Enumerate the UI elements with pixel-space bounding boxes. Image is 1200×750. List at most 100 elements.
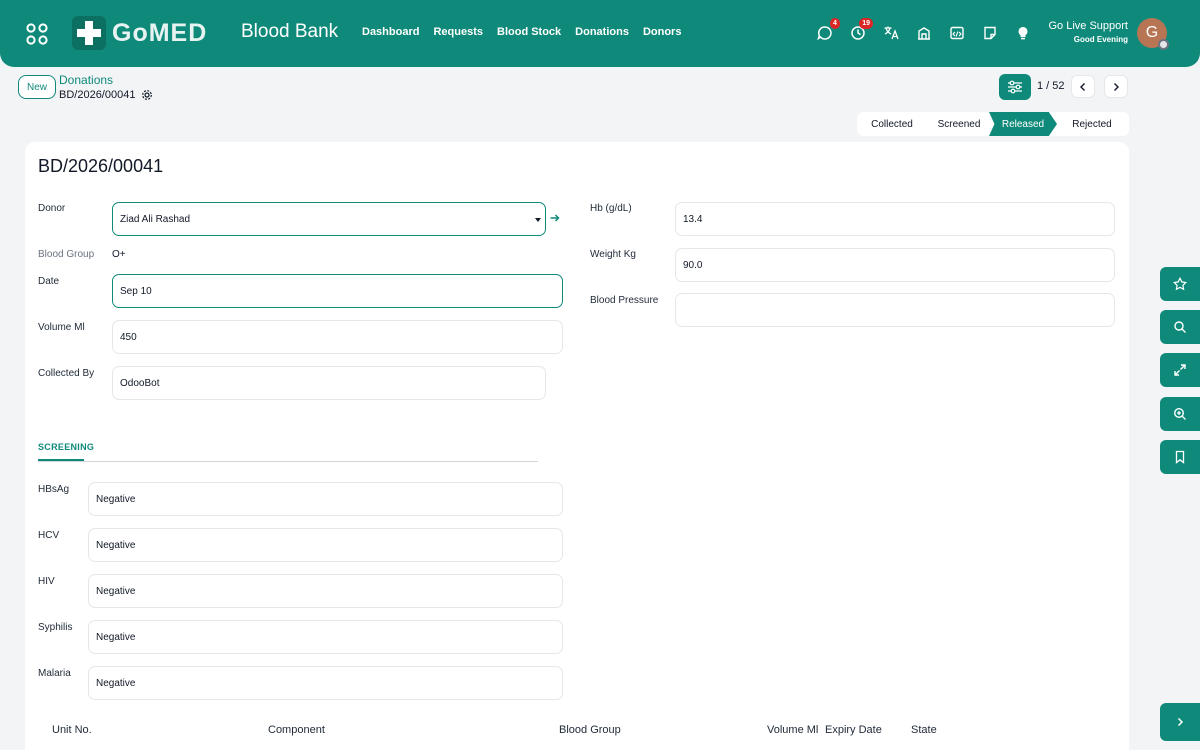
date-field[interactable]: Sep 10 (112, 274, 563, 308)
logo-text: GoMED (112, 18, 208, 47)
record-title: BD/2026/00041 (38, 156, 164, 176)
stage-rejected[interactable]: Rejected (1057, 112, 1127, 136)
volume-field[interactable]: 450 (112, 320, 563, 354)
column-volume-ml[interactable]: Volume Ml (767, 724, 818, 736)
expand-button[interactable] (1160, 353, 1200, 387)
pager-value[interactable]: 1 / 52 (1037, 80, 1065, 92)
favorite-star-button[interactable] (1160, 267, 1200, 301)
gomed-logo[interactable]: GoMED (72, 16, 207, 50)
presence-status-icon (1158, 39, 1169, 50)
hbsag-field[interactable]: Negative (88, 482, 563, 516)
app-title: Blood Bank (241, 21, 339, 42)
breadcrumb-current-label: BD/2026/00041 (59, 89, 136, 101)
hiv-label: HIV (38, 576, 55, 587)
zoom-in-button[interactable] (1160, 397, 1200, 431)
search-button[interactable] (1160, 310, 1200, 344)
collected-by-field[interactable]: OdooBot (112, 366, 546, 400)
date-value: Sep 10 (120, 285, 152, 297)
lightbulb-icon[interactable] (1014, 24, 1032, 42)
top-navbar: GoMED Blood Bank Dashboard Requests Bloo… (0, 0, 1200, 67)
column-unit-no[interactable]: Unit No. (52, 724, 92, 736)
hb-value: 13.4 (683, 213, 703, 225)
apps-menu-icon[interactable] (26, 23, 48, 45)
hbsag-value: Negative (96, 493, 136, 505)
zoom-in-icon (1173, 407, 1186, 420)
activity-clock-icon[interactable]: 19 (849, 18, 873, 42)
date-label: Date (38, 276, 60, 287)
column-expiry-date[interactable]: Expiry Date (825, 724, 882, 736)
new-record-button[interactable]: New (18, 75, 56, 99)
medical-cross-icon (72, 16, 106, 50)
stage-screened[interactable]: Screened (927, 112, 991, 136)
main-nav: Dashboard Requests Blood Stock Donations… (362, 26, 681, 38)
hb-field[interactable]: 13.4 (675, 202, 1115, 236)
avatar-letter: G (1145, 24, 1159, 41)
bookmark-button[interactable] (1160, 440, 1200, 474)
weight-value: 90.0 (683, 259, 703, 271)
column-component[interactable]: Component (268, 724, 325, 736)
volume-value: 450 (120, 331, 137, 343)
donor-select[interactable]: Ziad Ali Rashad (112, 202, 546, 236)
star-icon (1173, 277, 1187, 291)
syphilis-label: Syphilis (38, 622, 73, 633)
blood-group-label: Blood Group (38, 249, 95, 260)
code-window-icon[interactable] (948, 24, 966, 42)
chevron-right-icon (1177, 717, 1184, 727)
systray: 4 19 (816, 18, 1032, 42)
support-title: Go Live Support (1048, 20, 1129, 32)
note-icon[interactable] (981, 24, 999, 42)
tab-screening[interactable]: SCREENING (38, 442, 94, 452)
hiv-value: Negative (96, 585, 136, 597)
user-avatar[interactable]: G (1137, 18, 1169, 50)
collected-by-label: Collected By (38, 368, 95, 379)
chevron-left-icon (1080, 82, 1085, 91)
malaria-value: Negative (96, 677, 136, 689)
blood-group-value: O+ (112, 249, 126, 260)
chevron-down-icon[interactable] (535, 218, 541, 222)
sliders-icon (1008, 80, 1022, 94)
nav-blood-stock[interactable]: Blood Stock (497, 26, 561, 38)
chevron-right-icon (1114, 82, 1119, 91)
nav-requests[interactable]: Requests (433, 26, 483, 38)
nav-donors[interactable]: Donors (643, 26, 682, 38)
gear-icon[interactable] (141, 89, 153, 101)
syphilis-value: Negative (96, 631, 136, 643)
hb-label: Hb (g/dL) (590, 203, 632, 214)
stage-collected[interactable]: Collected (857, 112, 927, 136)
form-sheet: BD/2026/00041 Donor Ziad Ali Rashad Bloo… (25, 142, 1129, 750)
expand-arrows-icon (1174, 364, 1186, 376)
collapse-panel-button[interactable] (1160, 703, 1200, 741)
breadcrumb-donations[interactable]: Donations (59, 73, 113, 87)
activities-badge: 19 (859, 18, 873, 29)
status-bar: Collected Screened Released Rejected (857, 112, 1129, 136)
hcv-value: Negative (96, 539, 136, 551)
breadcrumb-current: BD/2026/00041 (59, 89, 153, 101)
hiv-field[interactable]: Negative (88, 574, 563, 608)
nav-dashboard[interactable]: Dashboard (362, 26, 419, 38)
nav-donations[interactable]: Donations (575, 26, 629, 38)
malaria-field[interactable]: Negative (88, 666, 563, 700)
column-state[interactable]: State (911, 724, 937, 736)
pager-next-button[interactable] (1104, 75, 1128, 98)
pager-previous-button[interactable] (1071, 75, 1095, 98)
blood-pressure-field[interactable] (675, 293, 1115, 327)
volume-label: Volume Ml (38, 322, 85, 333)
external-link-arrow-icon[interactable] (549, 212, 561, 224)
translate-icon[interactable] (882, 24, 900, 42)
syphilis-field[interactable]: Negative (88, 620, 563, 654)
blood-pressure-label: Blood Pressure (590, 295, 659, 306)
weight-field[interactable]: 90.0 (675, 248, 1115, 282)
hcv-field[interactable]: Negative (88, 528, 563, 562)
user-menu-text[interactable]: Go Live Support Good Evening (1040, 20, 1129, 44)
company-building-icon[interactable] (915, 24, 933, 42)
column-blood-group[interactable]: Blood Group (559, 724, 621, 736)
messages-icon[interactable]: 4 (816, 18, 840, 42)
greeting-text: Good Evening (1073, 35, 1128, 44)
filter-settings-button[interactable] (999, 74, 1031, 100)
hbsag-label: HBsAg (38, 484, 70, 495)
stage-released[interactable]: Released (989, 112, 1057, 136)
collected-by-value: OdooBot (120, 377, 160, 389)
messages-badge: 4 (830, 18, 840, 29)
malaria-label: Malaria (38, 668, 71, 679)
tab-active-indicator (38, 459, 84, 461)
